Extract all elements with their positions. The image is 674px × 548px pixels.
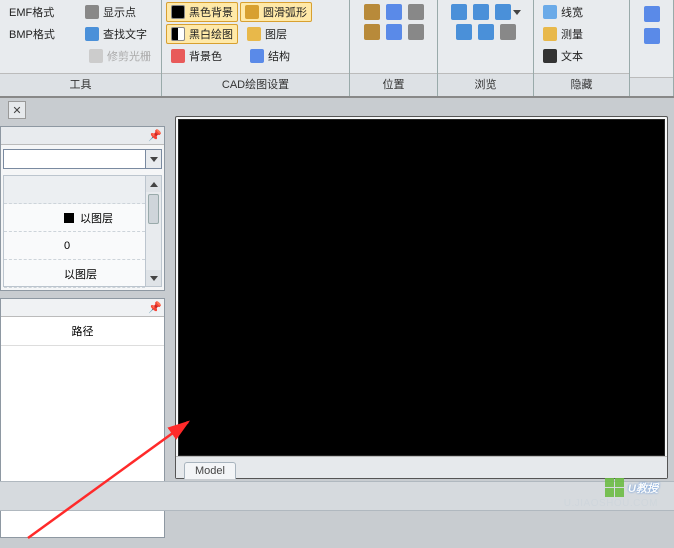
emf-format-button[interactable]: EMF格式: [4, 2, 78, 22]
dot-icon: [85, 5, 99, 19]
ribbon-group-browse: 浏览: [438, 0, 534, 96]
bmp-format-button[interactable]: BMP格式: [4, 24, 78, 44]
bg-color-button[interactable]: 背景色: [166, 46, 227, 66]
watermark-logo-icon: [605, 478, 624, 497]
property-list: 以图层 0 以图层: [3, 175, 162, 287]
zoom-dropdown-icon[interactable]: [495, 4, 511, 20]
tab-strip: Model: [176, 456, 667, 478]
layers-icon: [247, 27, 261, 41]
panel-head: 📌: [1, 127, 164, 145]
text-button[interactable]: 文本: [538, 46, 625, 66]
pos-icon-3[interactable]: [408, 4, 424, 20]
structure-icon: [250, 49, 264, 63]
pin-icon[interactable]: 📌: [148, 129, 162, 143]
group-label-browse: 浏览: [438, 73, 533, 96]
drawing-canvas[interactable]: [178, 119, 665, 456]
measure-button[interactable]: 测量: [538, 24, 625, 44]
linewidth-icon: [543, 5, 557, 19]
list-item[interactable]: [4, 176, 145, 204]
canvas-container: Model: [175, 116, 668, 479]
black-bg-icon: [171, 5, 185, 19]
palette-icon: [171, 49, 185, 63]
pin-icon[interactable]: 📌: [148, 301, 162, 315]
zoom-in-icon[interactable]: [451, 4, 467, 20]
group-label-position: 位置: [350, 73, 437, 96]
ruler-icon: [543, 27, 557, 41]
workspace: ✕ 📌 以图层 0 以图层: [0, 98, 674, 525]
scroll-thumb[interactable]: [148, 194, 159, 224]
zoom-extent-icon[interactable]: [478, 24, 494, 40]
panel2-title: 路径: [1, 317, 164, 346]
scroll-up-button[interactable]: [146, 176, 161, 192]
layers-button[interactable]: 图层: [242, 24, 292, 44]
pos-icon-6[interactable]: [408, 24, 424, 40]
group-label-tools: 工具: [0, 73, 161, 96]
smooth-arc-button[interactable]: 圆滑弧形: [240, 2, 312, 22]
zoom-out-icon[interactable]: [456, 24, 472, 40]
scrollbar[interactable]: [145, 176, 161, 286]
properties-panel: 📌 以图层 0 以图层: [0, 126, 165, 291]
extra-icon-2[interactable]: [644, 28, 660, 44]
pos-icon-4[interactable]: [364, 24, 380, 40]
text-icon: [543, 49, 557, 63]
extra-icon-1[interactable]: [644, 6, 660, 22]
black-bg-button[interactable]: 黑色背景: [166, 2, 238, 22]
arc-icon: [245, 5, 259, 19]
group-label-cad: CAD绘图设置: [162, 73, 349, 96]
bw-draw-button[interactable]: 黑白绘图: [166, 24, 238, 44]
pos-icon-1[interactable]: [364, 4, 380, 20]
zoom-window-icon[interactable]: [473, 4, 489, 20]
panel2-head: 📌: [1, 299, 164, 317]
list-item[interactable]: 0: [4, 232, 145, 260]
show-point-button[interactable]: 显示点: [80, 2, 141, 22]
watermark-brand: U教授: [605, 478, 658, 497]
tab-model[interactable]: Model: [184, 462, 236, 479]
color-swatch-icon: [64, 213, 74, 223]
zoom-prev-icon[interactable]: [500, 24, 516, 40]
pos-icon-2[interactable]: [386, 4, 402, 20]
scroll-down-button[interactable]: [146, 270, 161, 286]
combo-selector[interactable]: [3, 149, 162, 169]
ribbon-group-position: 位置: [350, 0, 438, 96]
close-tab-button[interactable]: ✕: [8, 101, 26, 119]
combo-dropdown-button[interactable]: [145, 150, 161, 168]
search-text-icon: [85, 27, 99, 41]
linewidth-button[interactable]: 线宽: [538, 2, 625, 22]
trim-button: 修剪光栅: [84, 46, 156, 66]
ribbon-group-extra: [630, 0, 674, 96]
find-text-button[interactable]: 查找文字: [80, 24, 152, 44]
ribbon: EMF格式 显示点 BMP格式 查找文字 修剪光栅 工具 黑色背景 圆滑弧形 黑…: [0, 0, 674, 98]
structure-button[interactable]: 结构: [245, 46, 295, 66]
ribbon-group-hide: 线宽 测量 文本 隐藏: [534, 0, 630, 96]
list-item[interactable]: 以图层: [4, 260, 145, 288]
bw-icon: [171, 27, 185, 41]
crop-icon: [89, 49, 103, 63]
pos-icon-5[interactable]: [386, 24, 402, 40]
ribbon-group-cad: 黑色背景 圆滑弧形 黑白绘图 图层 背景色 结构 CAD绘图设置: [162, 0, 350, 96]
list-item[interactable]: 以图层: [4, 204, 145, 232]
watermark-url: U.JIAOSHOU.COM: [564, 498, 658, 509]
ribbon-group-tools: EMF格式 显示点 BMP格式 查找文字 修剪光栅 工具: [0, 0, 162, 96]
group-label-hide: 隐藏: [534, 73, 629, 96]
